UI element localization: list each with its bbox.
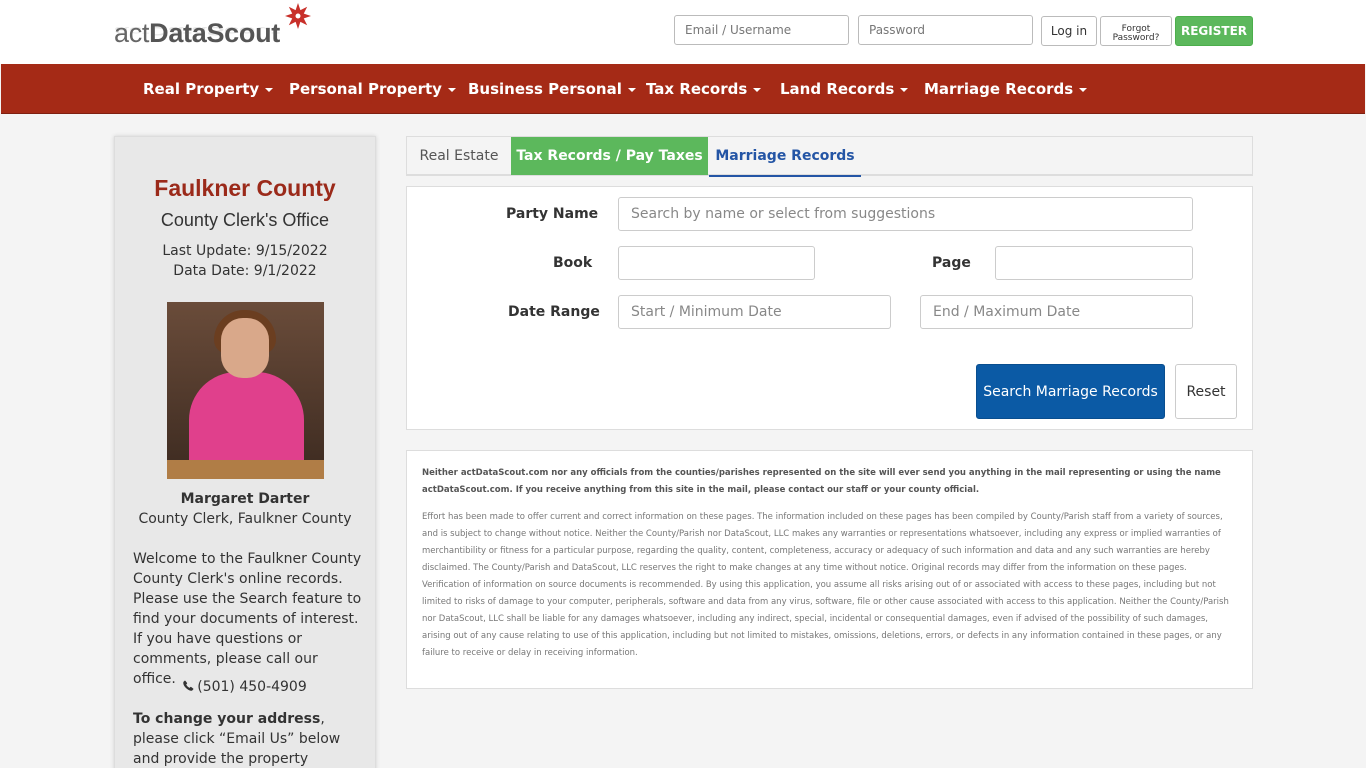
main-nav: Real Property Personal Property Business… (1, 64, 1365, 114)
date-range-label: Date Range (508, 304, 600, 320)
party-name-label: Party Name (506, 206, 599, 222)
official-photo (167, 302, 324, 479)
caret-down-icon (753, 87, 762, 92)
official-title: County Clerk, Faulkner County (138, 511, 352, 527)
official-name: Margaret Darter (180, 491, 310, 507)
disclaimer-text: Effort has been made to offer current an… (422, 512, 1229, 658)
login-button[interactable]: Log in (1041, 16, 1097, 46)
caret-down-icon (265, 87, 274, 92)
county-sidebar: Faulkner County County Clerk's Office La… (114, 136, 376, 768)
logo-reflection: actDataScout (114, 24, 280, 39)
forgot-password-button[interactable]: Forgot Password? (1100, 16, 1172, 46)
nav-item-real-property[interactable]: Real Property (143, 64, 274, 114)
book-input[interactable] (618, 246, 815, 280)
password-input[interactable] (858, 15, 1033, 45)
logo-star-icon (285, 3, 311, 29)
disclaimer-panel: Neither actDataScout.com nor any officia… (406, 450, 1253, 689)
book-label: Book (553, 255, 593, 271)
email-username-input[interactable] (674, 15, 849, 45)
caret-down-icon (900, 87, 909, 92)
tab-tax-records[interactable]: Tax Records / Pay Taxes (511, 137, 708, 175)
caret-down-icon (1079, 87, 1088, 92)
marriage-search-form: Party Name Book Page Date Range Search M… (406, 186, 1253, 430)
reset-button[interactable]: Reset (1175, 364, 1237, 419)
phone-icon (183, 679, 194, 695)
change-address-text: To change your address, please click “Em… (133, 711, 341, 767)
search-tabs: Real Estate Tax Records / Pay Taxes Marr… (406, 136, 1253, 177)
page-label: Page (932, 255, 971, 271)
nav-item-marriage-records[interactable]: Marriage Records (924, 64, 1088, 114)
search-marriage-records-button[interactable]: Search Marriage Records (976, 364, 1165, 419)
nav-item-tax-records[interactable]: Tax Records (646, 64, 762, 114)
mail-warning-text: Neither actDataScout.com nor any officia… (422, 468, 1221, 495)
welcome-text: Welcome to the Faulkner County County Cl… (133, 551, 362, 687)
office-title: County Clerk's Office (160, 210, 330, 230)
last-update: Last Update: 9/15/2022 (162, 243, 328, 259)
nav-item-land-records[interactable]: Land Records (780, 64, 909, 114)
register-button[interactable]: REGISTER (1175, 16, 1253, 46)
site-logo[interactable]: actDataScout actDataScout (114, 3, 314, 60)
nav-item-personal-property[interactable]: Personal Property (289, 64, 456, 114)
tab-real-estate[interactable]: Real Estate (407, 137, 511, 175)
tab-marriage-records[interactable]: Marriage Records (709, 137, 861, 177)
end-date-input[interactable] (920, 295, 1193, 329)
site-header: actDataScout actDataScout Log in Forgot … (0, 0, 1366, 64)
start-date-input[interactable] (618, 295, 891, 329)
page-input[interactable] (995, 246, 1193, 280)
party-name-input[interactable] (618, 197, 1193, 231)
nav-item-business-personal[interactable]: Business Personal (468, 64, 636, 114)
caret-down-icon (447, 87, 456, 92)
data-date: Data Date: 9/1/2022 (173, 263, 317, 279)
office-phone: (501) 450-4909 (115, 679, 375, 695)
caret-down-icon (627, 87, 636, 92)
county-title: Faulkner County (154, 175, 336, 201)
